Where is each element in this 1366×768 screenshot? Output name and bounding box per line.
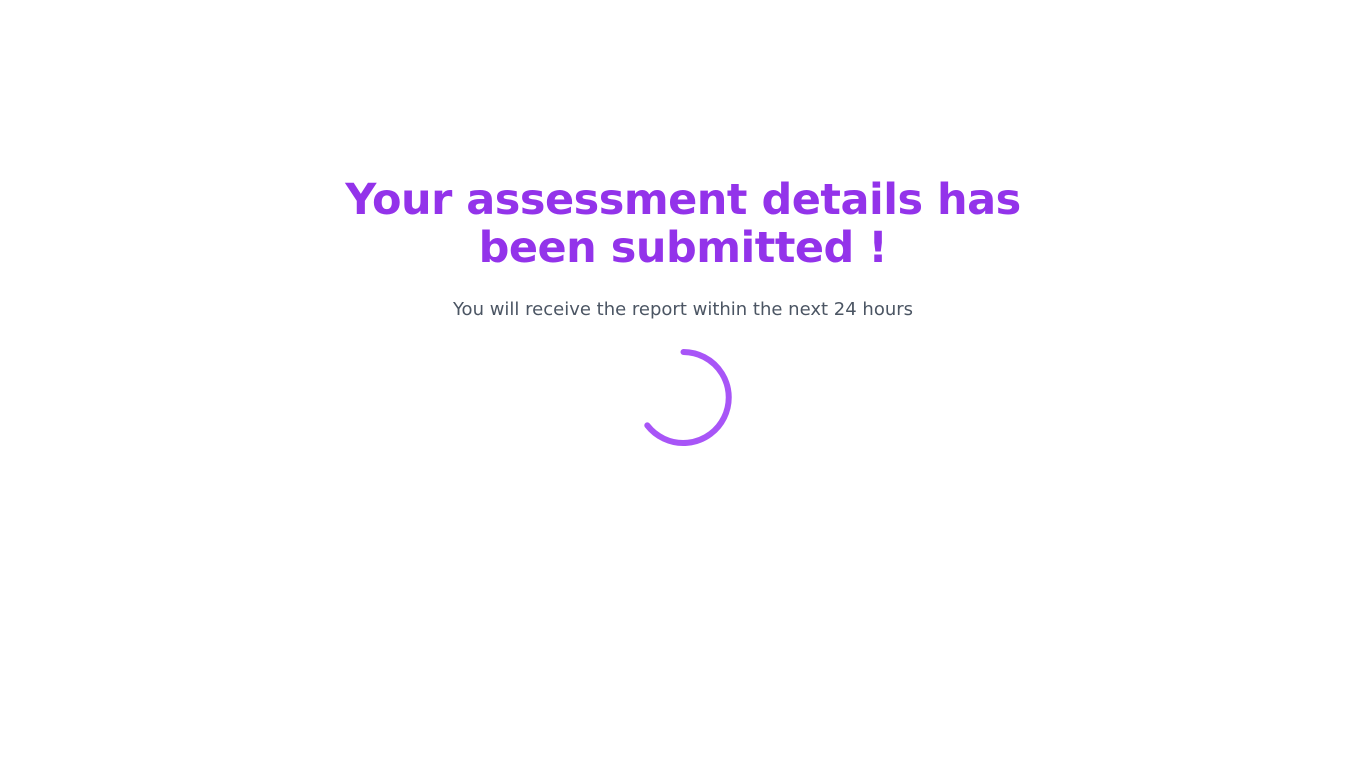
spinner-arc <box>644 349 732 446</box>
page-title: Your assessment details has been submitt… <box>345 175 1021 273</box>
confirmation-page: Your assessment details has been submitt… <box>0 0 1366 768</box>
report-eta-text: You will receive the report within the n… <box>452 299 914 320</box>
loading-spinner-icon <box>644 349 732 446</box>
